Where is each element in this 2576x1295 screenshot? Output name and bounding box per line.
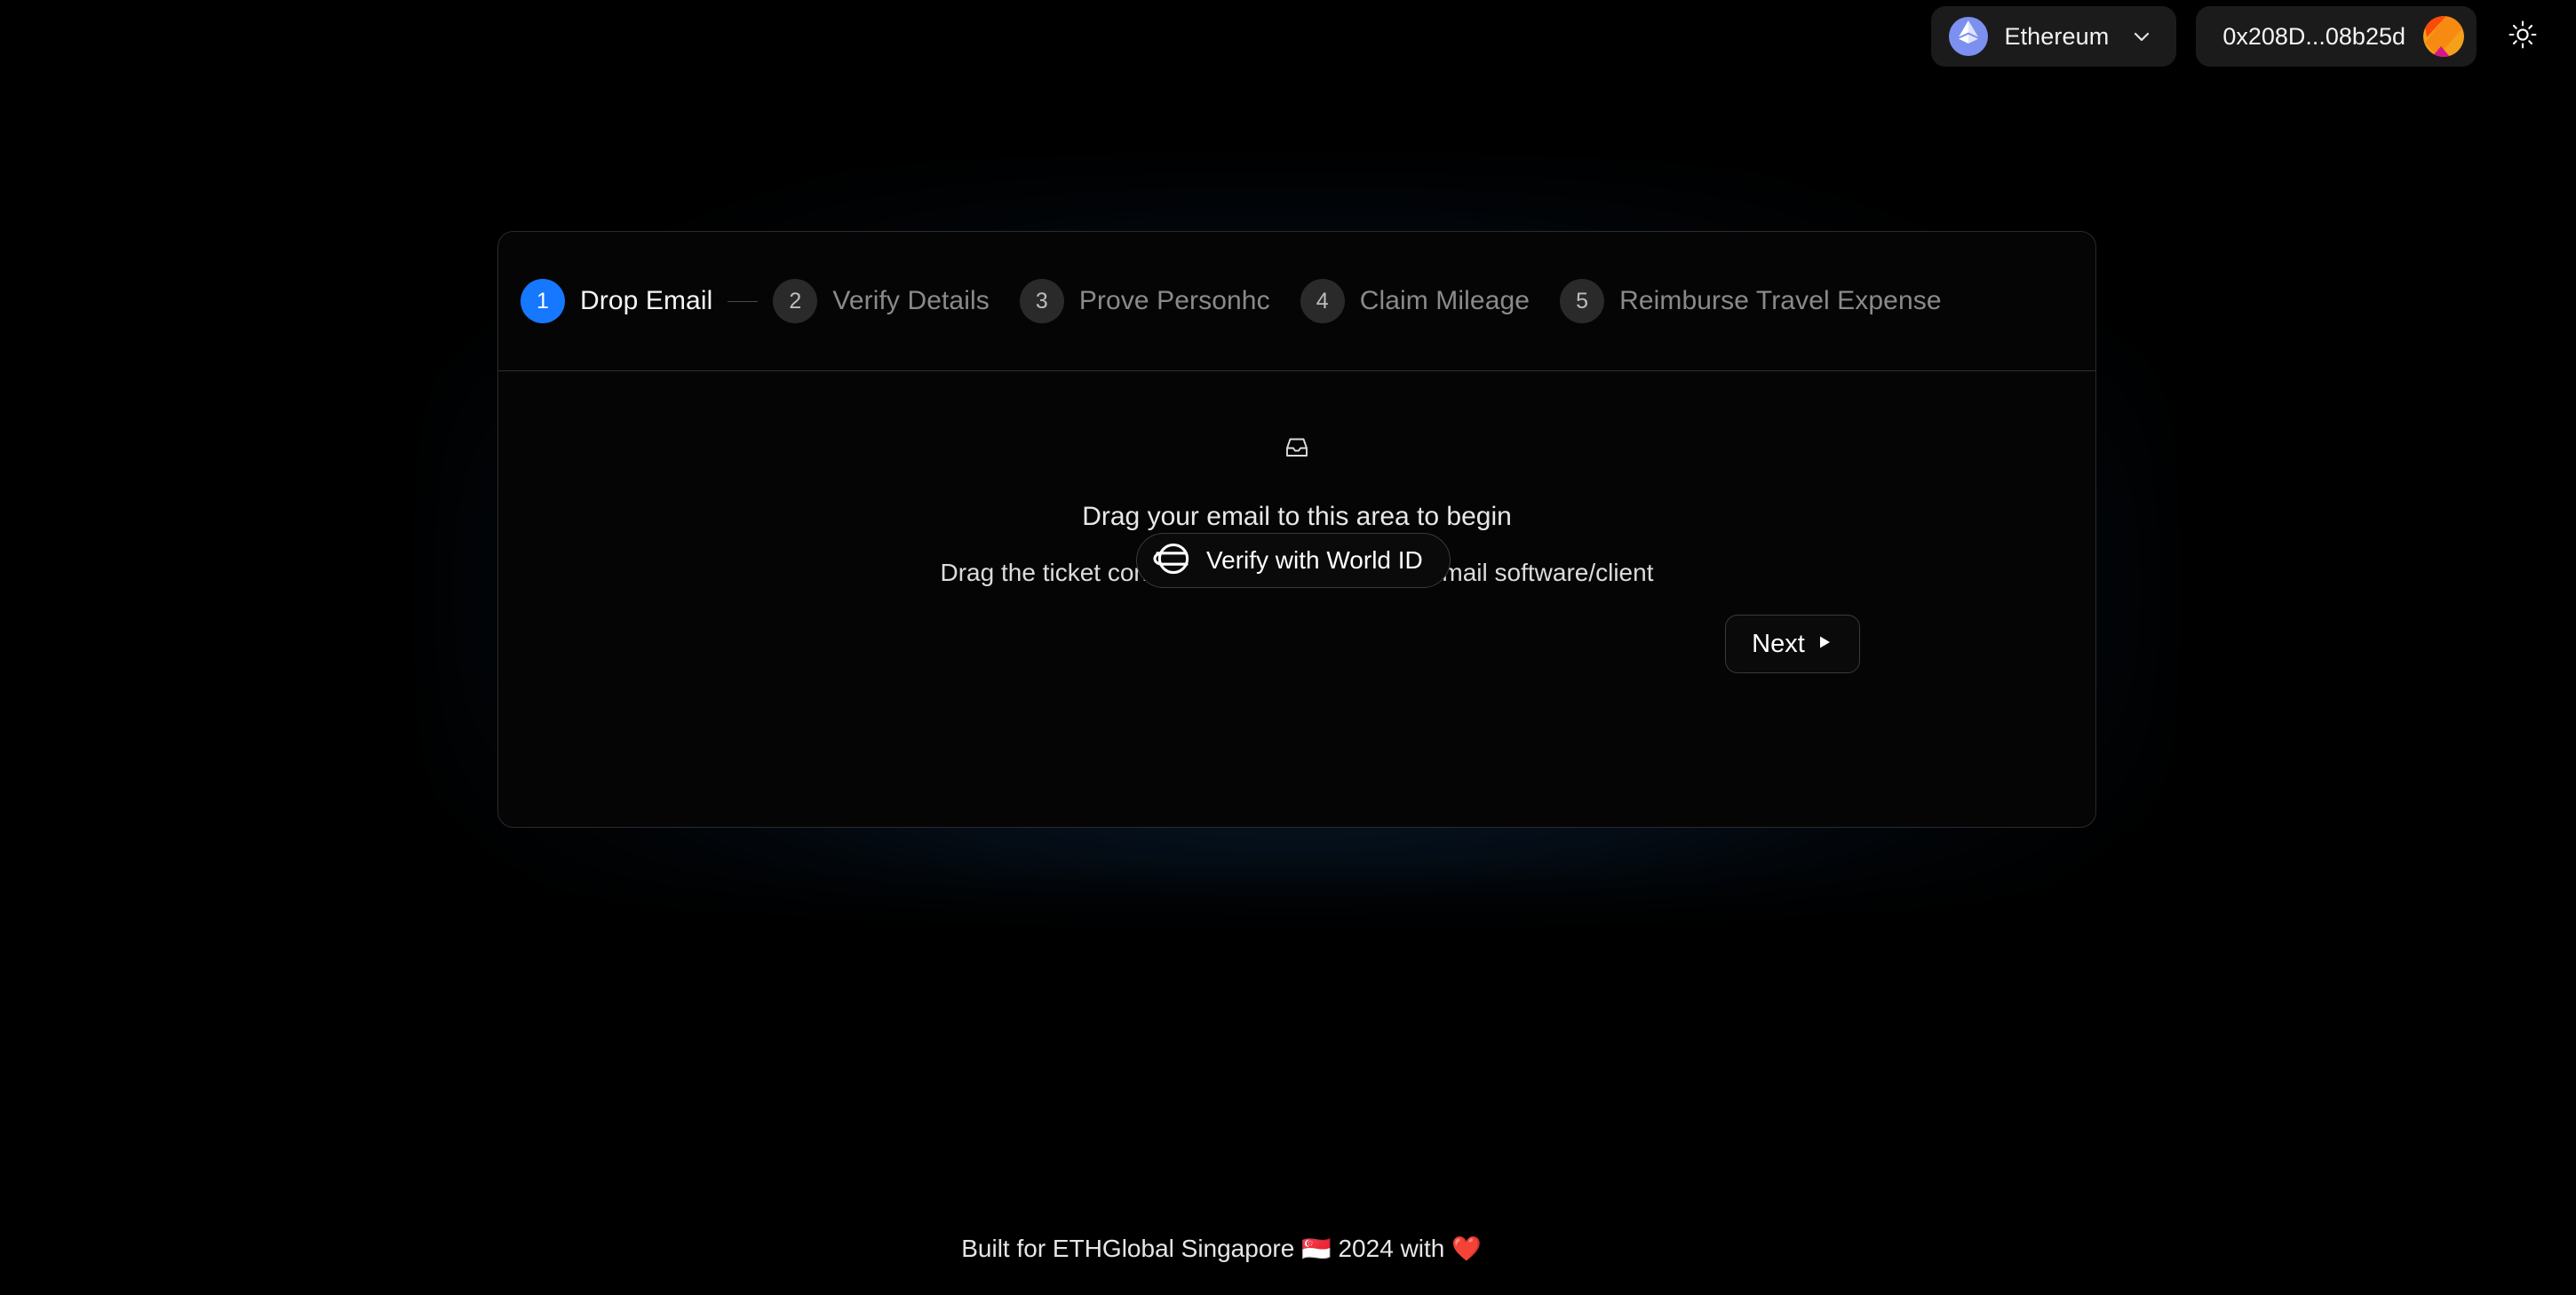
play-triangle-icon: [1816, 633, 1833, 655]
step-number: 5: [1560, 279, 1605, 323]
sun-icon: [2508, 20, 2538, 54]
wallet-address-label: 0x208D...08b25d: [2222, 22, 2405, 50]
card-body: Drag your email to this area to begin Dr…: [498, 371, 2095, 827]
world-id-button-label: Verify with World ID: [1206, 546, 1423, 574]
step-label: Claim Mileage: [1359, 286, 1530, 315]
footer-year: 2024: [1338, 1235, 1394, 1262]
top-header: Ethereum 0x208D...08b25d: [0, 0, 2576, 73]
step-label: Drop Email: [580, 286, 713, 315]
step-4-claim-mileage[interactable]: 4 Claim Mileage: [1300, 279, 1530, 323]
step-connector: [727, 300, 759, 302]
verify-with-world-id-button[interactable]: Verify with World ID: [1136, 533, 1451, 588]
footer: Built for ETHGlobal Singapore 🇸🇬 2024 wi…: [0, 1235, 2576, 1263]
step-5-reimburse-travel-expense[interactable]: 5 Reimburse Travel Expense: [1560, 279, 1942, 323]
world-id-icon: [1153, 539, 1192, 583]
heart-icon: ❤️: [1451, 1235, 1482, 1262]
inbox-icon: [1284, 435, 1309, 465]
step-number: 2: [773, 279, 818, 323]
step-number: 1: [521, 279, 565, 323]
step-3-prove-personhood[interactable]: 3 Prove Personhc: [1019, 279, 1270, 323]
singapore-flag-icon: 🇸🇬: [1301, 1235, 1332, 1262]
step-label: Prove Personhc: [1078, 286, 1270, 315]
chain-name-label: Ethereum: [2004, 22, 2110, 50]
chevron-down-icon[interactable]: [2130, 25, 2153, 48]
step-number: 3: [1019, 279, 1064, 323]
ethereum-icon: [1949, 17, 1989, 56]
wizard-card-container: 1 Drop Email 2 Verify Details 3 Prove Pe…: [435, 176, 2159, 886]
stepper: 1 Drop Email 2 Verify Details 3 Prove Pe…: [498, 232, 2095, 371]
wallet-avatar: [2423, 16, 2464, 57]
dropzone-title: Drag your email to this area to begin: [1082, 502, 1512, 531]
next-button-label: Next: [1752, 629, 1805, 658]
step-number: 4: [1300, 279, 1345, 323]
chain-selector[interactable]: Ethereum: [1931, 6, 2177, 67]
footer-text-after: with: [1400, 1235, 1445, 1262]
step-label: Reimburse Travel Expense: [1619, 286, 1942, 315]
theme-toggle-button[interactable]: [2500, 13, 2546, 60]
step-1-drop-email[interactable]: 1 Drop Email: [521, 279, 712, 323]
step-2-verify-details[interactable]: 2 Verify Details: [773, 279, 990, 323]
wallet-address-button[interactable]: 0x208D...08b25d: [2196, 6, 2477, 67]
wizard-card: 1 Drop Email 2 Verify Details 3 Prove Pe…: [497, 231, 2096, 828]
footer-text-before: Built for ETHGlobal Singapore: [961, 1235, 1295, 1262]
next-button[interactable]: Next: [1725, 615, 1860, 673]
step-label: Verify Details: [832, 286, 990, 315]
